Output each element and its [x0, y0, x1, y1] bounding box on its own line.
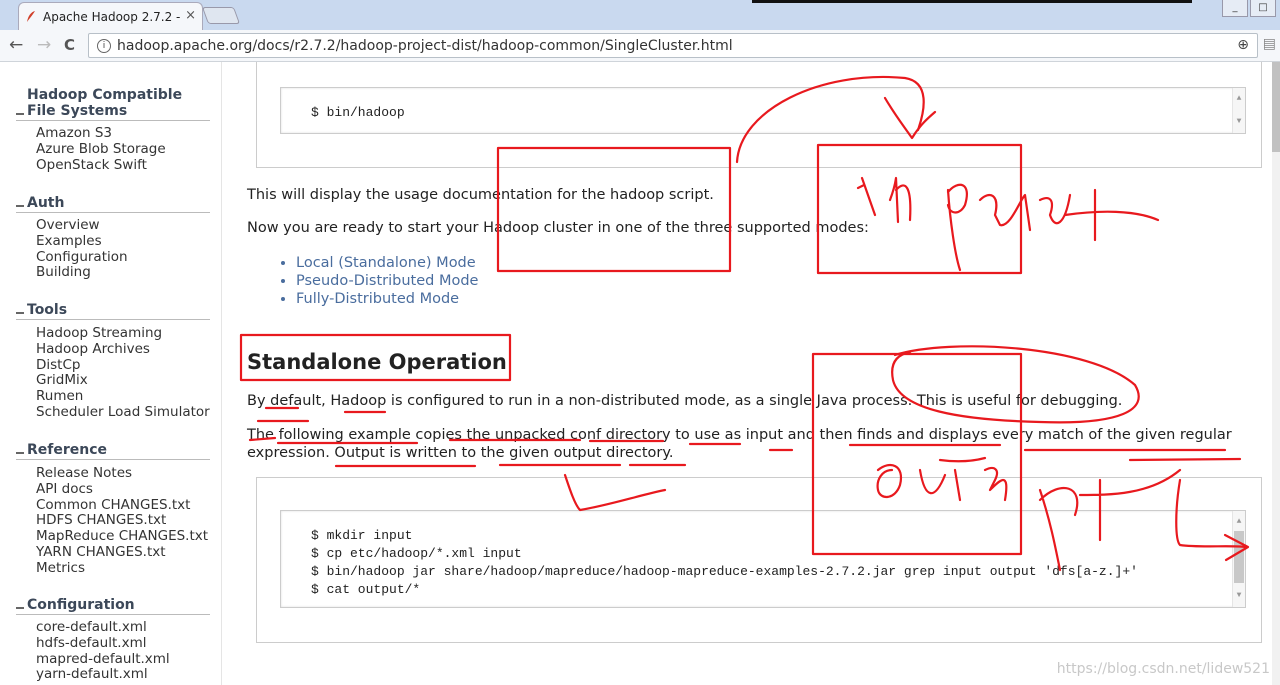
para-default: By default, Hadoop is configured to run …	[247, 393, 1123, 409]
sidebar-item-rumen[interactable]: Rumen	[36, 388, 210, 405]
code-line: $ mkdir input	[311, 528, 413, 543]
back-arrow-icon[interactable]: ←	[9, 35, 23, 55]
sidebar-list-reference: Release Notes API docs Common CHANGES.tx…	[36, 465, 208, 577]
hadoop-feather-icon	[27, 11, 35, 22]
code-block-standalone[interactable]: $ mkdir input $ cp etc/hadoop/*.xml inpu…	[280, 510, 1246, 608]
sidebar-item-hdfs-default[interactable]: hdfs-default.xml	[36, 635, 170, 652]
sidebar-item-release-notes[interactable]: Release Notes	[36, 465, 208, 482]
list-item: Local (Standalone) Mode	[296, 254, 478, 272]
link-local-mode[interactable]: Local (Standalone) Mode	[296, 255, 476, 271]
sidebar-item-streaming[interactable]: Hadoop Streaming	[36, 325, 210, 342]
sidebar-heading-reference: Reference	[16, 442, 210, 460]
page-body: Hadoop Compatible File Systems Amazon S3…	[0, 62, 1280, 685]
sidebar-heading-tools: Tools	[16, 302, 210, 320]
active-tab[interactable]: Apache Hadoop 2.7.2 - ×	[18, 2, 203, 30]
code-line: $ bin/hadoop jar share/hadoop/mapreduce/…	[311, 564, 1138, 579]
title-bar-strip	[752, 0, 1192, 3]
code-scrollbar[interactable]: ▲ ▼	[1232, 511, 1245, 607]
para-ready: Now you are ready to start your Hadoop c…	[247, 220, 869, 236]
tab-close-icon[interactable]: ×	[185, 8, 196, 23]
minimize-button[interactable]: _	[1222, 0, 1248, 17]
sidebar-heading-configuration: Configuration	[16, 597, 210, 615]
sidebar-item-hdfs-changes[interactable]: HDFS CHANGES.txt	[36, 513, 208, 529]
tab-title: Apache Hadoop 2.7.2 -	[43, 10, 181, 24]
sidebar-item-openstack[interactable]: OpenStack Swift	[36, 157, 166, 174]
sidebar-item-examples[interactable]: Examples	[36, 233, 128, 250]
sidebar-item-amazon-s3[interactable]: Amazon S3	[36, 125, 166, 142]
sidebar-item-mapred-default[interactable]: mapred-default.xml	[36, 651, 170, 668]
code-line: $ cat output/*	[311, 582, 421, 597]
code-scroll-thumb[interactable]	[1234, 531, 1244, 583]
sidebar-item-distcp[interactable]: DistCp	[36, 357, 210, 374]
maximize-button[interactable]: □	[1250, 0, 1276, 17]
forward-arrow-icon[interactable]: →	[37, 35, 51, 55]
para-example-line2: expression. Output is written to the giv…	[247, 445, 674, 461]
section-heading: Standalone Operation	[247, 350, 507, 374]
scroll-up-icon[interactable]: ▲	[1233, 90, 1245, 108]
sidebar-list-configuration: core-default.xml hdfs-default.xml mapred…	[36, 619, 170, 683]
window-controls: _ □	[1222, 0, 1276, 18]
reload-icon[interactable]: C	[64, 36, 75, 54]
code-line: $ cp etc/hadoop/*.xml input	[311, 546, 522, 561]
sidebar-item-gridmix[interactable]: GridMix	[36, 373, 210, 389]
sidebar-item-overview[interactable]: Overview	[36, 217, 128, 234]
browser-toolbar: ← → C i hadoop.apache.org/docs/r2.7.2/ha…	[0, 30, 1280, 62]
code-block-bin-hadoop[interactable]: $ bin/hadoop ▲ ▼	[280, 87, 1246, 134]
sidebar-item-configuration[interactable]: Configuration	[36, 249, 128, 266]
url-text: hadoop.apache.org/docs/r2.7.2/hadoop-pro…	[117, 38, 733, 54]
list-item: Pseudo-Distributed Mode	[296, 272, 478, 290]
sidebar-list-tools: Hadoop Streaming Hadoop Archives DistCp …	[36, 325, 210, 421]
list-item: Fully-Distributed Mode	[296, 290, 478, 308]
sidebar-heading-auth: Auth	[16, 195, 210, 213]
sidebar-item-yarn-changes[interactable]: YARN CHANGES.txt	[36, 544, 208, 561]
sidebar-item-metrics[interactable]: Metrics	[36, 560, 208, 577]
scroll-down-icon[interactable]: ▼	[1233, 587, 1245, 605]
modes-list: Local (Standalone) Mode Pseudo-Distribut…	[284, 254, 478, 308]
zoom-icon[interactable]: ⊕	[1237, 37, 1249, 53]
sidebar-item-core-default[interactable]: core-default.xml	[36, 619, 170, 636]
watermark: https://blog.csdn.net/lidew521	[1056, 661, 1270, 677]
para-usage: This will display the usage documentatio…	[247, 187, 714, 203]
sidebar: Hadoop Compatible File Systems Amazon S3…	[0, 62, 222, 685]
para-example-line1: The following example copies the unpacke…	[247, 427, 1232, 443]
sidebar-item-common-changes[interactable]: Common CHANGES.txt	[36, 497, 208, 514]
sidebar-heading-filesystems: Hadoop Compatible File Systems	[16, 87, 210, 121]
code-scrollbar[interactable]: ▲ ▼	[1232, 88, 1245, 133]
sidebar-item-building[interactable]: Building	[36, 265, 128, 281]
page-info-icon[interactable]: i	[97, 39, 111, 53]
page-scrollbar[interactable]	[1272, 62, 1280, 685]
sidebar-list-filesystems: Amazon S3 Azure Blob Storage OpenStack S…	[36, 125, 166, 174]
scroll-up-icon[interactable]: ▲	[1233, 513, 1245, 531]
sidebar-item-azure[interactable]: Azure Blob Storage	[36, 141, 166, 158]
sidebar-item-archives[interactable]: Hadoop Archives	[36, 341, 210, 358]
code-line: $ bin/hadoop	[311, 105, 405, 120]
sidebar-item-yarn-default[interactable]: yarn-default.xml	[36, 667, 170, 683]
scroll-down-icon[interactable]: ▼	[1233, 113, 1245, 131]
extension-icon[interactable]: ▤	[1263, 36, 1276, 52]
sidebar-item-sls[interactable]: Scheduler Load Simulator	[36, 404, 210, 421]
link-pseudo-distributed-mode[interactable]: Pseudo-Distributed Mode	[296, 273, 478, 289]
new-tab-button[interactable]	[201, 7, 241, 24]
link-fully-distributed-mode[interactable]: Fully-Distributed Mode	[296, 291, 459, 307]
page-scroll-thumb[interactable]	[1272, 62, 1280, 152]
sidebar-list-auth: Overview Examples Configuration Building	[36, 217, 128, 281]
address-bar[interactable]: i hadoop.apache.org/docs/r2.7.2/hadoop-p…	[88, 33, 1258, 58]
sidebar-item-api-docs[interactable]: API docs	[36, 481, 208, 498]
tab-strip: Apache Hadoop 2.7.2 - × _ □	[0, 0, 1280, 30]
sidebar-item-mapreduce-changes[interactable]: MapReduce CHANGES.txt	[36, 528, 208, 545]
